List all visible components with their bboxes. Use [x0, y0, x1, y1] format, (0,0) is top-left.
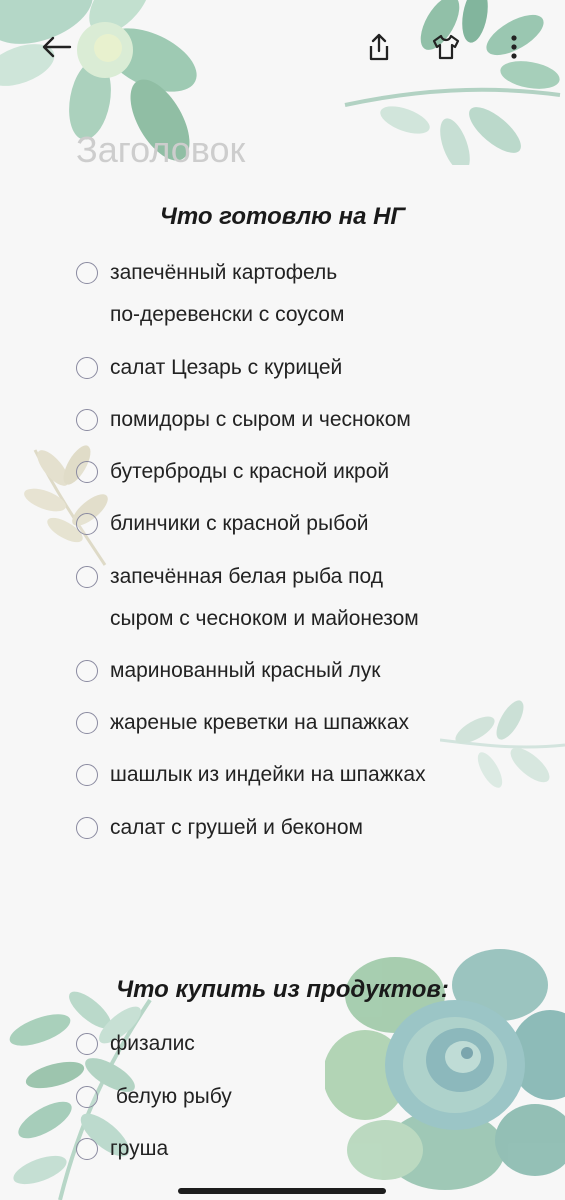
checkbox[interactable]: [76, 1086, 98, 1108]
checklist-item-text[interactable]: запечённая белая рыба под сыром с чеснок…: [110, 556, 419, 640]
checklist-item-text[interactable]: физалис: [110, 1023, 195, 1065]
back-button[interactable]: [36, 27, 76, 67]
checkbox[interactable]: [76, 660, 98, 682]
checkbox[interactable]: [76, 1033, 98, 1055]
checklist-item-text[interactable]: бутерброды с красной икрой: [110, 451, 389, 493]
checklist-item: жареные креветки на шпажках: [76, 711, 409, 744]
checklist-item-text[interactable]: жареные креветки на шпажках: [110, 702, 409, 744]
checklist-item-text[interactable]: блинчики с красной рыбой: [110, 503, 369, 545]
checklist-item: блинчики с красной рыбой: [76, 512, 369, 545]
checklist-item: запечённая белая рыба под сыром с чеснок…: [76, 565, 419, 640]
share-button[interactable]: [359, 27, 399, 67]
checkbox[interactable]: [76, 712, 98, 734]
home-indicator[interactable]: [178, 1188, 386, 1194]
checkbox[interactable]: [76, 1138, 98, 1160]
checklist-item: бутерброды с красной икрой: [76, 460, 389, 493]
checkbox[interactable]: [76, 461, 98, 483]
checklist-item: груша: [76, 1137, 168, 1170]
share-icon: [369, 33, 389, 61]
checklist-item: запечённый картофель по-деревенски с соу…: [76, 261, 344, 336]
checklist-item-text[interactable]: запечённый картофель по-деревенски с соу…: [110, 252, 344, 336]
checklist-item: помидоры с сыром и чесноком: [76, 408, 411, 441]
checklist-item-text[interactable]: шашлык из индейки на шпажках: [110, 754, 426, 796]
checkbox[interactable]: [76, 262, 98, 284]
tshirt-icon: [432, 34, 460, 60]
succulent-bottom-right-illustration: [325, 949, 565, 1190]
note-screen: Что готовлю на НГ запечённый картофель п…: [0, 0, 565, 1200]
checklist-item: белую рыбу: [76, 1085, 232, 1118]
checklist-item-text[interactable]: белую рыбу: [110, 1076, 232, 1118]
checklist-item: салат Цезарь с курицей: [76, 356, 342, 389]
checklist-item: салат с грушей и беконом: [76, 816, 363, 849]
more-options-button[interactable]: [494, 27, 534, 67]
section-heading-shopping: Что купить из продуктов:: [116, 976, 449, 1003]
checklist-item-text[interactable]: помидоры с сыром и чесноком: [110, 399, 411, 441]
checklist-item: физалис: [76, 1032, 195, 1065]
checkbox[interactable]: [76, 566, 98, 588]
faint-leaves-right-illustration: [440, 700, 565, 788]
note-title-input[interactable]: [76, 128, 476, 172]
checkbox[interactable]: [76, 409, 98, 431]
more-vertical-icon: [511, 35, 517, 59]
arrow-left-icon: [42, 36, 72, 58]
checklist-item: шашлык из индейки на шпажках: [76, 763, 426, 796]
checklist-item-text[interactable]: груша: [110, 1128, 168, 1170]
checklist-item-text[interactable]: салат Цезарь с курицей: [110, 347, 342, 389]
checkbox[interactable]: [76, 357, 98, 379]
theme-button[interactable]: [426, 27, 466, 67]
checkbox[interactable]: [76, 764, 98, 786]
checkbox[interactable]: [76, 513, 98, 535]
beige-leaves-illustration: [24, 445, 108, 566]
checkbox[interactable]: [76, 817, 98, 839]
checklist-item-text[interactable]: маринованный красный лук: [110, 650, 381, 692]
section-heading-cooking: Что готовлю на НГ: [159, 203, 406, 230]
checklist-item: маринованный красный лук: [76, 659, 381, 692]
checklist-item-text[interactable]: салат с грушей и беконом: [110, 807, 363, 849]
